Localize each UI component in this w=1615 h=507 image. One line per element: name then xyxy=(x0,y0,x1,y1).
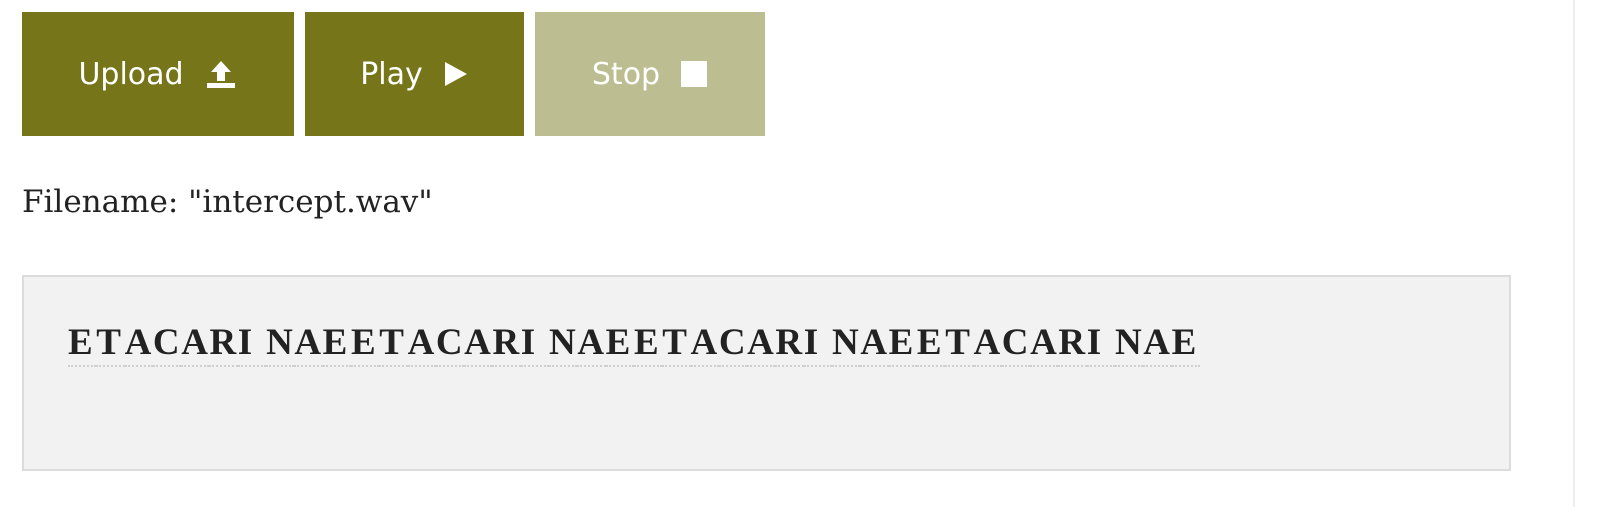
play-icon xyxy=(443,60,469,88)
decoded-letter: N xyxy=(832,321,861,367)
decoded-letters: ETACARI NAEETACARI NAEETACARI NAEETACARI NAE xyxy=(68,321,1468,379)
decoded-letter: E xyxy=(888,321,917,367)
decoded-letter: A xyxy=(1143,321,1172,367)
play-button[interactable]: Play xyxy=(305,12,524,136)
upload-button-label: Upload xyxy=(78,56,184,92)
stop-button[interactable]: Stop xyxy=(535,12,765,136)
decoded-letter: E xyxy=(916,321,946,367)
decoded-letter: I xyxy=(803,321,833,367)
decoded-letter: A xyxy=(294,321,323,367)
decoded-letter: E xyxy=(605,321,634,367)
decoded-letter: A xyxy=(577,321,606,367)
decoded-letter: E xyxy=(68,321,97,367)
stop-icon xyxy=(680,60,708,88)
play-button-label: Play xyxy=(360,56,423,92)
decoded-letter: T xyxy=(379,321,408,367)
decoded-letter: T xyxy=(945,321,974,367)
upload-icon xyxy=(204,59,238,89)
decoded-letter: A xyxy=(407,321,436,367)
decoded-letter: T xyxy=(96,321,125,367)
decoded-letter: A xyxy=(464,321,493,367)
decoded-letter: A xyxy=(747,321,776,367)
decoded-letter: N xyxy=(1114,321,1144,367)
decoded-letter: R xyxy=(492,321,521,367)
decoded-letter: I xyxy=(237,321,267,367)
filename-text: Filename: "intercept.wav" xyxy=(22,184,433,220)
decoded-letter: C xyxy=(152,321,182,367)
decoded-letter: A xyxy=(973,321,1002,367)
stop-button-label: Stop xyxy=(591,56,661,92)
decoded-letter: R xyxy=(775,321,804,367)
upload-button[interactable]: Upload xyxy=(22,12,294,136)
decoded-letter: E xyxy=(322,321,351,367)
decoded-letter: C xyxy=(435,321,465,367)
decoded-letter: N xyxy=(549,321,578,367)
decoded-letter: R xyxy=(1058,321,1087,367)
decoded-letter: R xyxy=(209,321,238,367)
decoded-letter: A xyxy=(1030,321,1059,367)
decoded-letter: N xyxy=(266,321,295,367)
decoded-letter: E xyxy=(633,321,663,367)
decoded-letter: E xyxy=(1171,321,1200,367)
decoded-letter: A xyxy=(124,321,153,367)
scrollbar-divider xyxy=(1573,0,1575,507)
decoded-letter: I xyxy=(520,321,550,367)
decoded-letter: E xyxy=(350,321,380,367)
decoded-letter: C xyxy=(718,321,748,367)
decoded-letter: A xyxy=(181,321,210,367)
decoded-letter: A xyxy=(690,321,719,367)
decoded-letter: A xyxy=(860,321,889,367)
decoded-letter: C xyxy=(1001,321,1031,367)
decoded-letter: I xyxy=(1086,321,1115,367)
decoded-output-panel: ETACARI NAEETACARI NAEETACARI NAEETACARI NAE xyxy=(22,275,1511,471)
decoded-letter: T xyxy=(662,321,691,367)
